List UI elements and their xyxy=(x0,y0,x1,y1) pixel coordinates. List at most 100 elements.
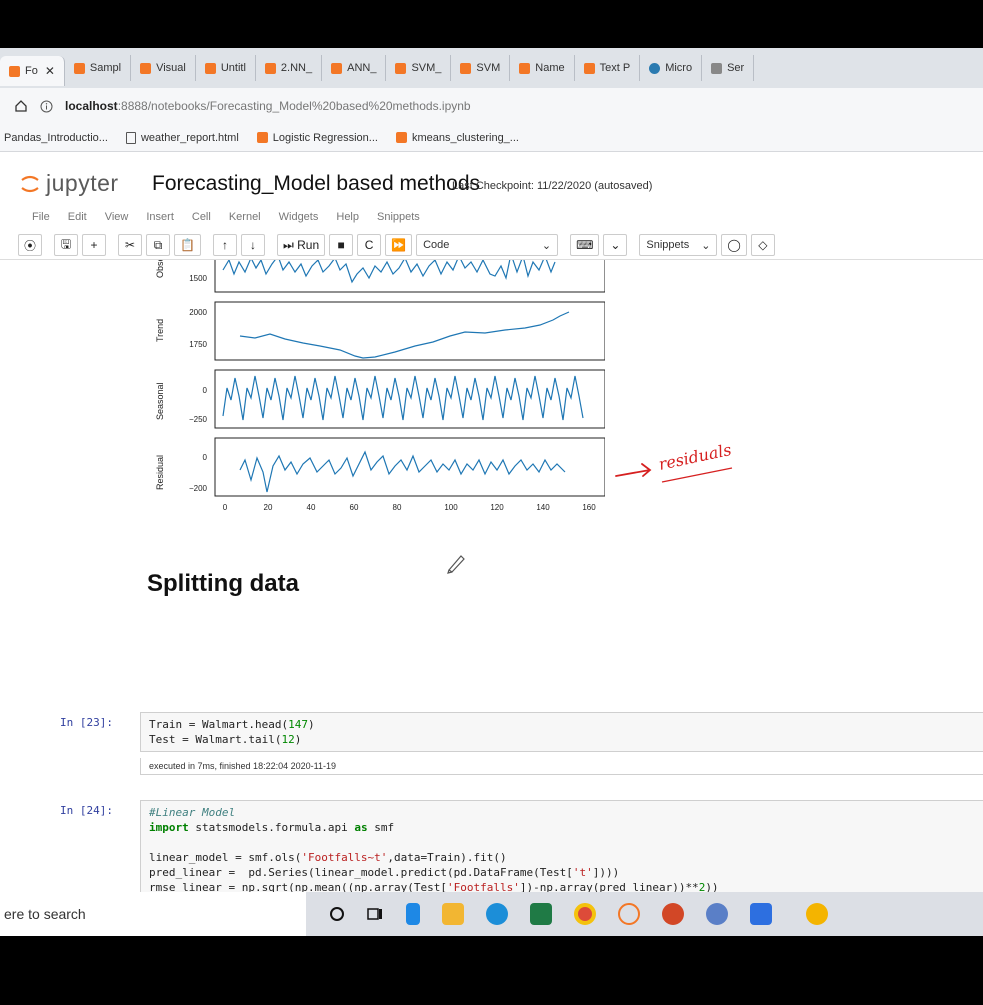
residual-panel xyxy=(214,437,605,497)
paste-icon[interactable]: 📋 xyxy=(174,234,201,256)
code-editor[interactable]: #Linear Model import statsmodels.formula… xyxy=(140,800,983,892)
browser-tab[interactable]: Untitl xyxy=(196,55,256,81)
info-icon[interactable] xyxy=(40,100,53,113)
vscode-icon[interactable] xyxy=(406,903,420,925)
copy-icon[interactable]: ⧉ xyxy=(146,234,171,256)
jupyter-logo-text: jupyter xyxy=(46,170,119,196)
insert-cell-button[interactable]: + xyxy=(82,234,107,256)
move-down-icon[interactable]: ↓ xyxy=(240,234,265,256)
observed-ylabel: Observ xyxy=(155,260,165,278)
menu-view[interactable]: View xyxy=(105,211,147,223)
taskbar-search[interactable]: ere to search xyxy=(0,892,306,936)
bookmark-pandas[interactable]: Pandas_Introductio... xyxy=(4,132,108,144)
x-tick-label: 40 xyxy=(307,503,316,512)
jupyter-icon xyxy=(256,132,268,143)
restart-run-all-icon[interactable]: ⏩ xyxy=(385,234,413,256)
browser-tab[interactable]: 2.NN_ xyxy=(256,55,323,81)
notebook-area[interactable]: Observ Trend Seasonal Residual 1500 2000… xyxy=(0,260,983,892)
cell-type-select[interactable]: Code ⌄ xyxy=(416,234,559,256)
powerpoint-icon[interactable] xyxy=(662,903,684,925)
x-tick-label: 80 xyxy=(393,503,402,512)
edge-icon[interactable] xyxy=(486,903,508,925)
move-up-icon[interactable]: ↑ xyxy=(212,234,237,256)
cell-prompt: In [23]: xyxy=(60,716,113,729)
address-bar[interactable]: localhost:8888/notebooks/Forecasting_Mod… xyxy=(0,88,983,124)
r-icon[interactable] xyxy=(706,903,728,925)
menu-cell[interactable]: Cell xyxy=(192,211,229,223)
tab-label: Sampl xyxy=(89,62,122,74)
command-palette-icon[interactable]: ⌨ xyxy=(570,234,600,256)
menu-kernel[interactable]: Kernel xyxy=(229,211,279,223)
cortana-icon[interactable] xyxy=(328,905,346,923)
cut-icon[interactable]: ✂ xyxy=(118,234,143,256)
cell-prompt: In [24]: xyxy=(60,804,113,817)
code-editor[interactable]: Train = Walmart.head(147) Test = Walmart… xyxy=(140,712,983,752)
tab-label: SVM xyxy=(476,62,501,74)
menu-edit[interactable]: Edit xyxy=(68,211,105,223)
jupyter-taskbar-icon[interactable] xyxy=(618,903,640,925)
execution-info: executed in 7ms, finished 18:22:04 2020-… xyxy=(140,758,983,775)
bookmark-label: kmeans_clustering_... xyxy=(411,131,519,144)
notebook-title[interactable]: Forecasting_Model based methods xyxy=(152,172,480,196)
menu-file[interactable]: File xyxy=(0,211,68,223)
residuals-annotation: residuals xyxy=(615,442,733,483)
browser-tab[interactable]: Name xyxy=(510,55,575,81)
tab-bar: Fo ✕ Sampl Visual Untitl 2.NN_ ANN_ SVM_ SVM Name… xyxy=(0,48,983,88)
home-icon[interactable] xyxy=(14,99,28,113)
bookmark-label: Logistic Regression... xyxy=(272,131,378,144)
y-tick-label: 2000 xyxy=(189,308,207,317)
task-view-icon[interactable] xyxy=(366,905,384,923)
menu-widgets[interactable]: Widgets xyxy=(279,211,337,223)
menu-snippets[interactable]: Snippets xyxy=(377,211,438,223)
browser-tab[interactable]: Fo ✕ xyxy=(0,56,65,86)
residual-ylabel: Residual xyxy=(155,455,165,490)
seasonal-line xyxy=(222,375,584,421)
browser-tab[interactable]: Sampl xyxy=(65,55,132,81)
jupyter-tab-icon xyxy=(460,62,472,74)
x-tick-label: 120 xyxy=(490,503,504,512)
browser-tab[interactable]: SVM xyxy=(451,55,511,81)
bookmark-logistic[interactable]: Logistic Regression... xyxy=(256,131,378,144)
run-button[interactable]: ⏭ Run xyxy=(276,234,326,256)
keyboard-icon[interactable]: ⦿ xyxy=(18,234,43,256)
menu-help[interactable]: Help xyxy=(336,211,377,223)
tab-label: Untitl xyxy=(220,62,246,74)
github-icon[interactable]: ◯ xyxy=(721,234,747,256)
browser-tab[interactable]: Micro xyxy=(640,55,703,81)
browser-tab[interactable]: Ser xyxy=(702,55,755,81)
bookmark-kmeans[interactable]: kmeans_clustering_... xyxy=(395,131,519,144)
bookmark-weather[interactable]: weather_report.html xyxy=(125,131,239,144)
save-icon[interactable]: 🖫 xyxy=(54,234,79,256)
jupyter-logo[interactable]: jupyter xyxy=(20,170,119,197)
browser-tab[interactable]: Visual xyxy=(131,55,196,81)
trend-line xyxy=(239,311,570,359)
menu-insert[interactable]: Insert xyxy=(146,211,192,223)
close-icon[interactable]: ✕ xyxy=(45,64,55,78)
settings-icon[interactable]: ◇ xyxy=(750,234,775,256)
zoom-icon[interactable] xyxy=(750,903,772,925)
url-text[interactable]: localhost:8888/notebooks/Forecasting_Mod… xyxy=(65,99,471,113)
notebook-toolbar: ⦿ 🖫 + ✂ ⧉ 📋 ↑ ↓ ⏭ Run ■ C ⏩ Code ⌄ ⌨ ⌄ Sn… xyxy=(18,232,775,258)
browser-tab[interactable]: Text P xyxy=(575,55,641,81)
url-host: localhost xyxy=(65,99,118,113)
trend-panel xyxy=(214,301,605,361)
x-tick-label: 160 xyxy=(582,503,596,512)
file-explorer-icon[interactable] xyxy=(442,903,464,925)
x-tick-label: 100 xyxy=(444,503,458,512)
jupyter-tab-icon xyxy=(331,62,343,74)
chrome-icon[interactable] xyxy=(574,903,596,925)
restart-icon[interactable]: C xyxy=(357,234,382,256)
browser-tab[interactable]: SVM_ xyxy=(386,55,452,81)
snippets-select[interactable]: Snippets ⌄ xyxy=(639,234,718,256)
screen: Fo ✕ Sampl Visual Untitl 2.NN_ ANN_ SVM_ SVM Name… xyxy=(0,48,983,936)
tab-label: Visual xyxy=(156,62,186,74)
trend-ylabel: Trend xyxy=(155,319,165,342)
stop-icon[interactable]: ■ xyxy=(329,234,354,256)
run-label: Run xyxy=(297,238,320,252)
jupyter-icon xyxy=(395,132,407,143)
collapse-icon[interactable]: ⌄ xyxy=(603,234,628,256)
emoji-icon[interactable] xyxy=(806,903,828,925)
menu-bar: File Edit View Insert Cell Kernel Widgets Help S… xyxy=(0,204,983,230)
excel-icon[interactable] xyxy=(530,903,552,925)
browser-tab[interactable]: ANN_ xyxy=(322,55,387,81)
